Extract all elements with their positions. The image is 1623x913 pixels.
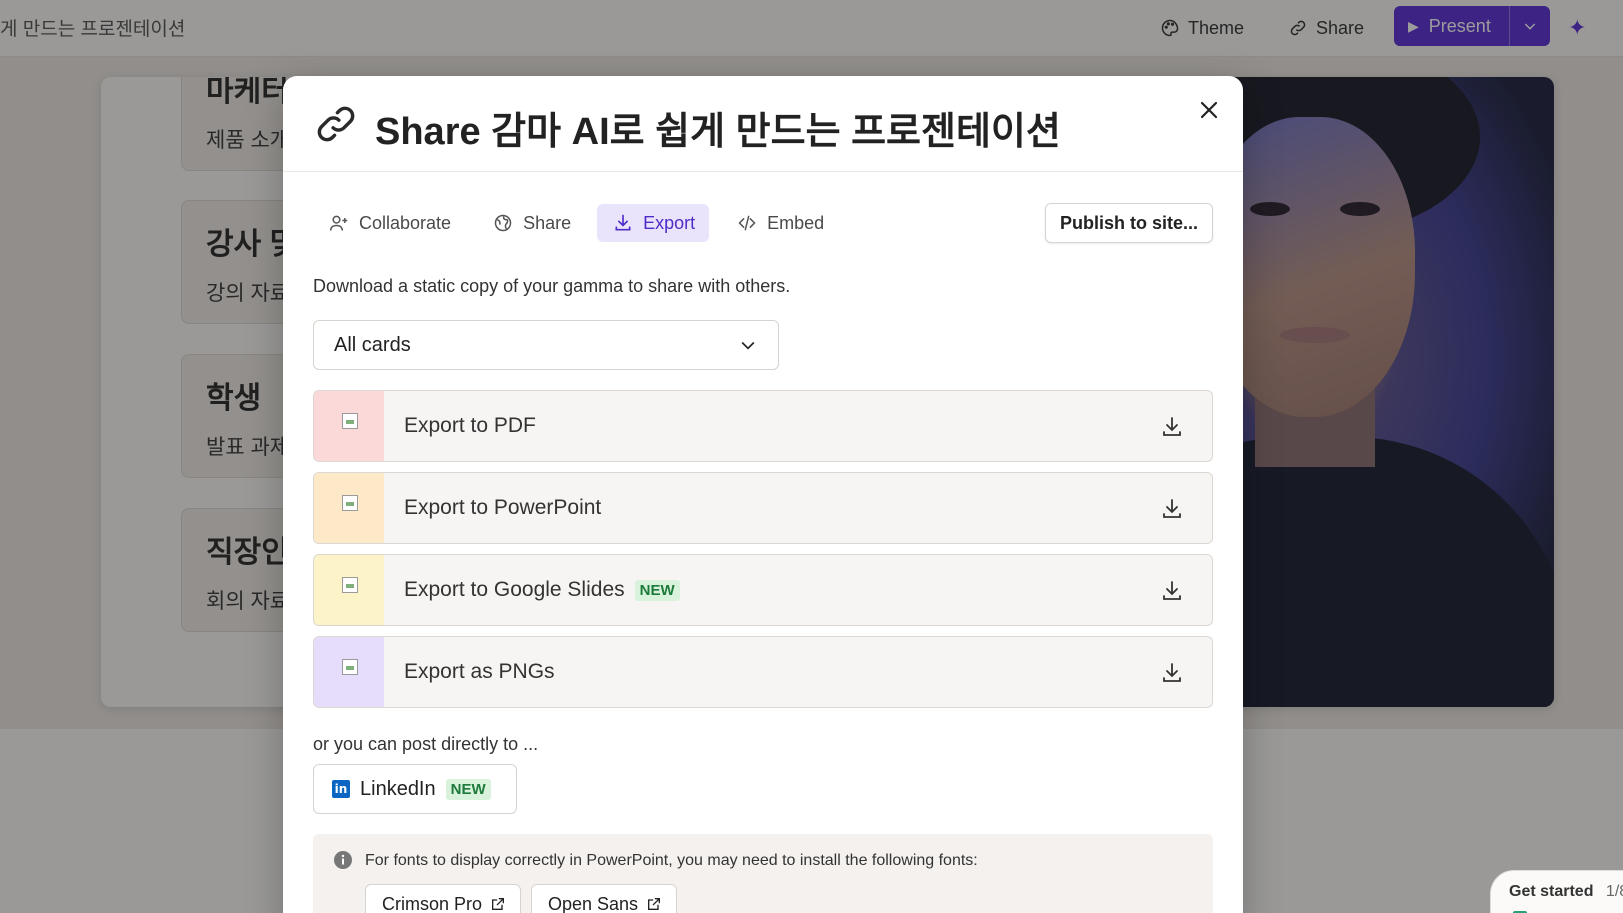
globe-icon [494, 214, 512, 232]
font-link-open-sans[interactable]: Open Sans [531, 884, 678, 913]
download-icon [615, 214, 631, 231]
font-link-crimson-pro[interactable]: Crimson Pro [365, 884, 522, 913]
link-icon [317, 106, 355, 142]
font-name: Crimson Pro [382, 893, 483, 913]
export-description: Download a static copy of your gamma to … [313, 276, 791, 296]
tab-label: Share [523, 212, 572, 233]
tab-embed[interactable]: Embed [721, 204, 838, 242]
post-directly-text: or you can post directly to ... [313, 734, 539, 754]
tab-label: Embed [767, 212, 825, 233]
google-slides-thumbnail [314, 555, 384, 625]
export-label: Export to PowerPoint [404, 496, 602, 519]
broken-image-icon [342, 577, 358, 593]
tab-collaborate[interactable]: Collaborate [313, 204, 465, 242]
export-pngs-button[interactable]: Export as PNGs [313, 636, 1213, 708]
broken-image-icon [342, 495, 358, 511]
export-label: Export to PDF [404, 414, 536, 437]
card-scope-select[interactable]: All cards [313, 320, 779, 370]
export-google-slides-button[interactable]: Export to Google Slides NEW [313, 554, 1213, 626]
tab-label: Export [643, 212, 696, 233]
share-tabs: Collaborate Share Export Embed [313, 204, 838, 242]
share-dialog: Share 감마 AI로 쉽게 만드는 프로젠테이션 Collaborate S… [283, 76, 1243, 913]
external-link-icon [648, 898, 661, 910]
export-pdf-button[interactable]: Export to PDF [313, 390, 1213, 462]
select-value: All cards [334, 333, 411, 356]
png-thumbnail [314, 637, 384, 707]
close-icon [1200, 101, 1218, 119]
new-badge: NEW [445, 778, 491, 800]
close-button[interactable] [1193, 94, 1225, 126]
tab-label: Collaborate [359, 212, 452, 233]
user-plus-icon [329, 215, 348, 231]
get-started-label: Get started [1509, 883, 1594, 900]
export-label: Export as PNGs [404, 660, 555, 683]
linkedin-icon: in [332, 780, 350, 798]
new-badge: NEW [634, 579, 680, 601]
export-powerpoint-button[interactable]: Export to PowerPoint [313, 472, 1213, 544]
powerpoint-thumbnail [314, 473, 384, 543]
get-started-widget[interactable]: Get started 1/8 [1490, 870, 1623, 913]
publish-to-site-button[interactable]: Publish to site... [1045, 203, 1213, 243]
dialog-title: Share 감마 AI로 쉽게 만드는 프로젠테이션 [375, 111, 1061, 153]
code-icon [738, 215, 756, 231]
linkedin-button[interactable]: in LinkedIn NEW [313, 764, 517, 814]
broken-image-icon [342, 413, 358, 429]
font-name: Open Sans [548, 893, 639, 913]
download-icon [1163, 417, 1181, 436]
font-notice-text: For fonts to display correctly in PowerP… [365, 852, 978, 869]
pdf-thumbnail [314, 391, 384, 461]
tab-share[interactable]: Share [477, 204, 585, 242]
chevron-down-icon [741, 341, 755, 350]
export-label: Export to Google Slides [404, 578, 625, 601]
external-link-icon [492, 898, 505, 910]
download-icon [1163, 499, 1181, 518]
get-started-progress: 1/8 [1605, 883, 1623, 900]
linkedin-label: LinkedIn [360, 777, 436, 800]
dialog-header: Share 감마 AI로 쉽게 만드는 프로젠테이션 [283, 76, 1243, 172]
broken-image-icon [342, 659, 358, 675]
info-icon [334, 851, 352, 869]
tab-export[interactable]: Export [597, 204, 710, 242]
font-notice: For fonts to display correctly in PowerP… [313, 834, 1213, 913]
download-icon [1163, 663, 1181, 682]
download-icon [1163, 581, 1181, 600]
